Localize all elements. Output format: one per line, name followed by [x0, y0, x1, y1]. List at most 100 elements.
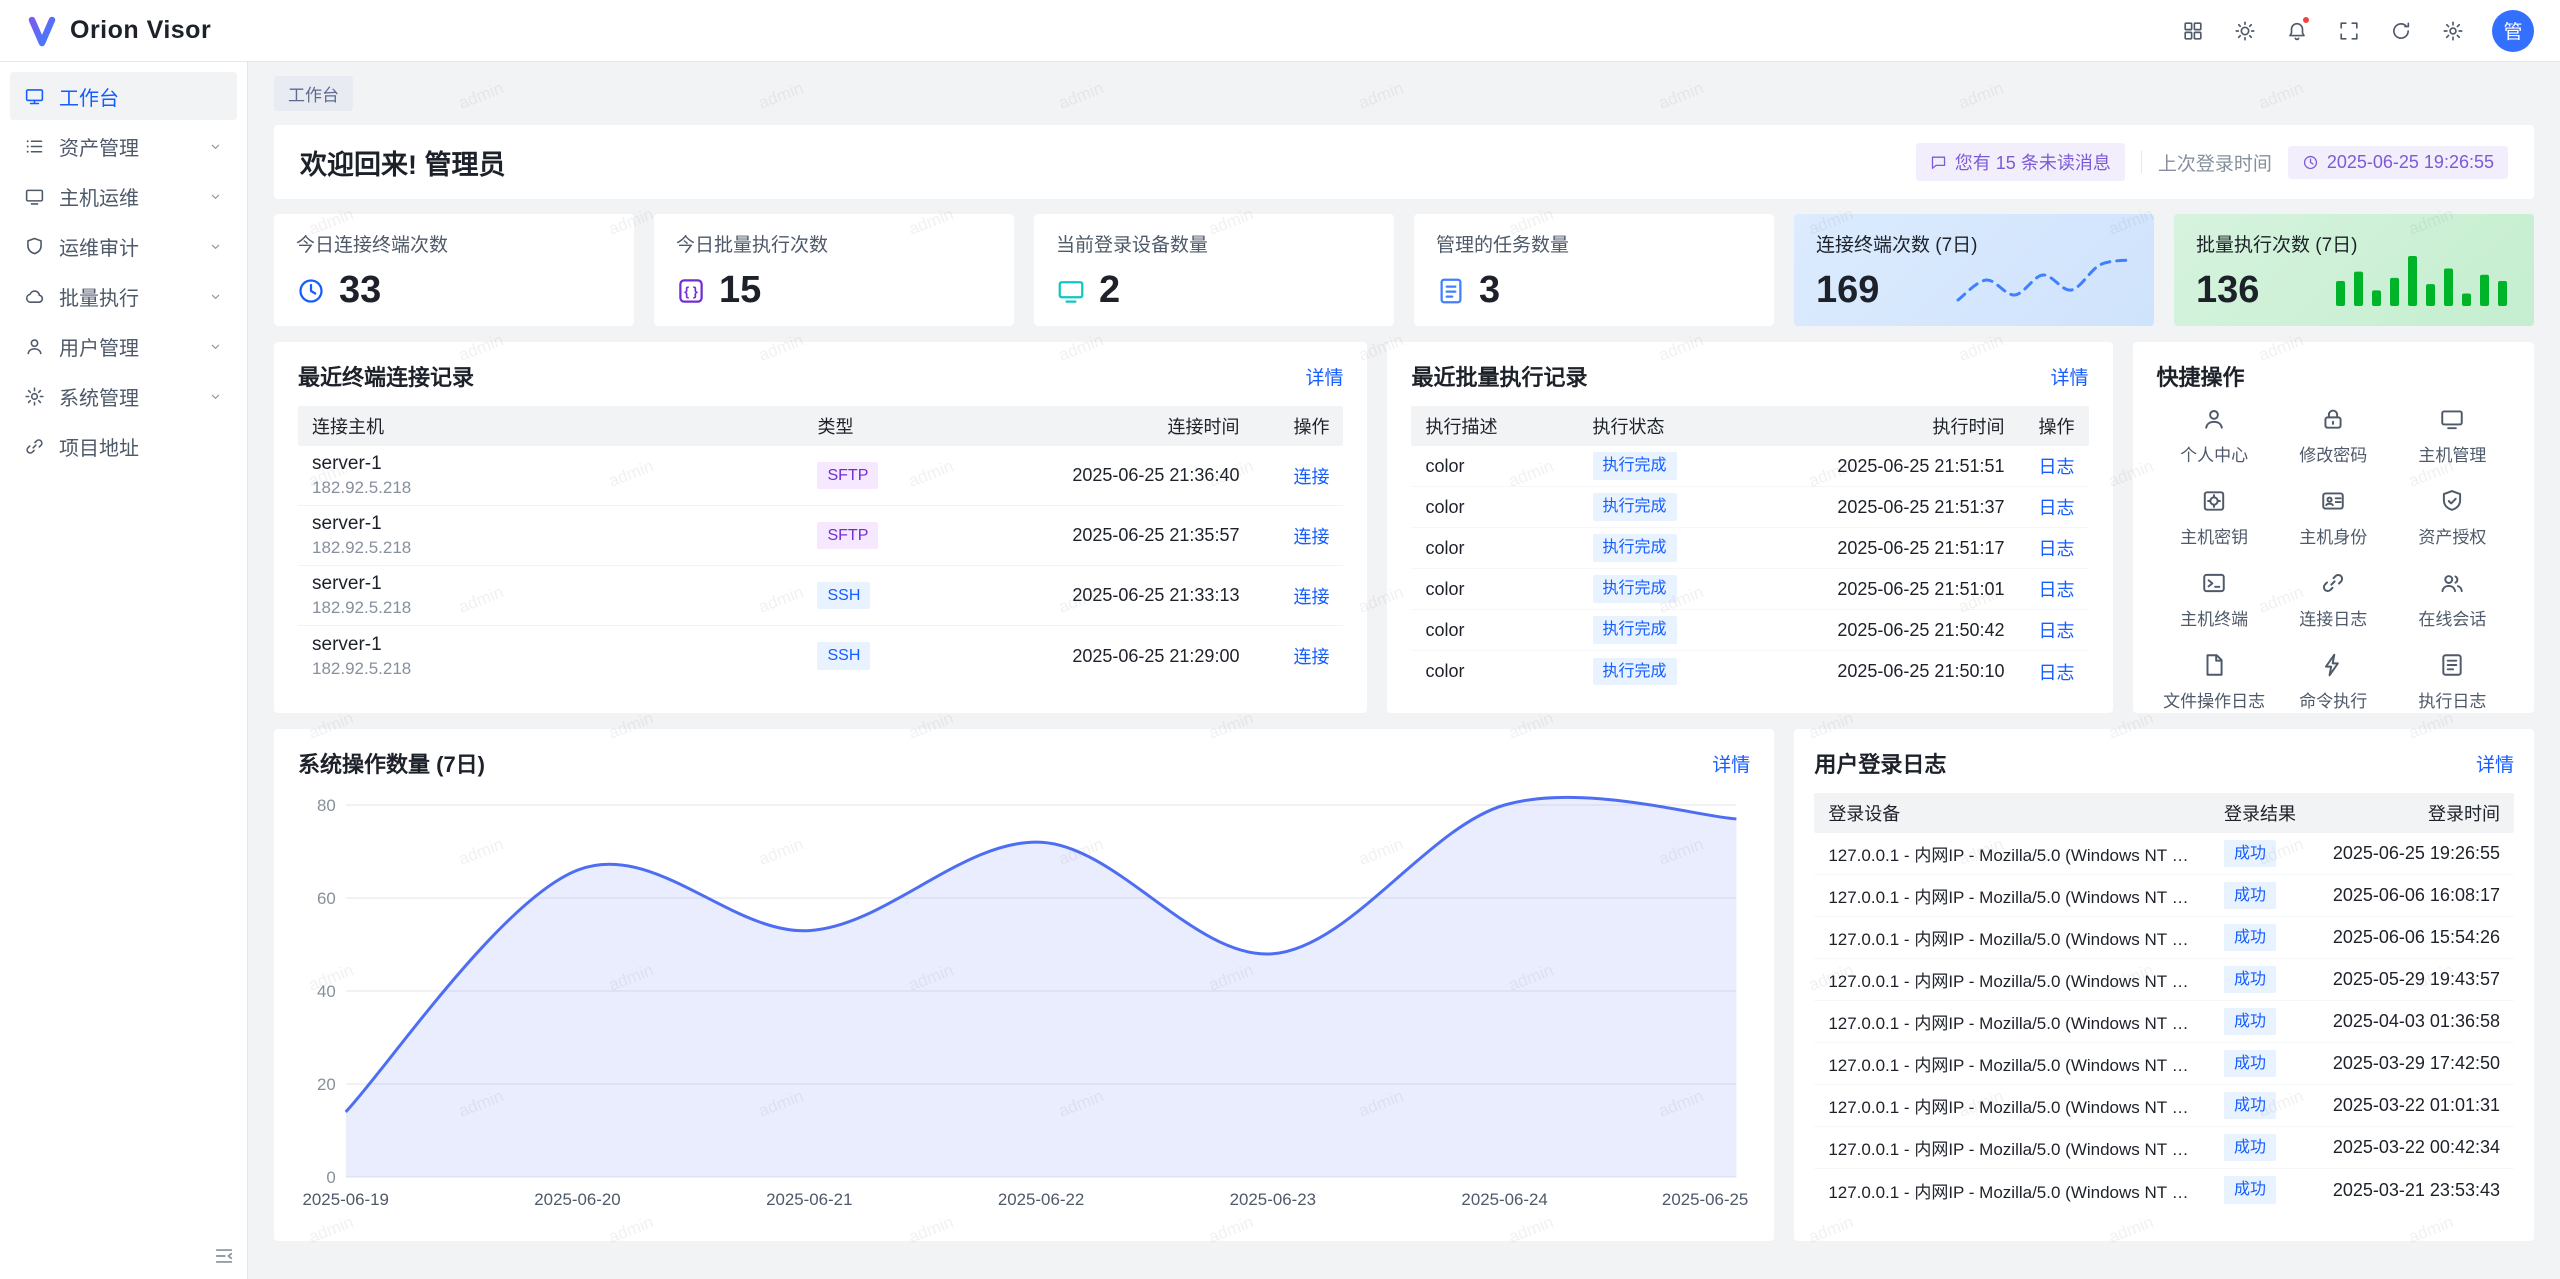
terminal-records-panel: 最近终端连接记录 详情 连接主机类型连接时间操作server-1182.92.5… [274, 342, 1367, 713]
protocol-tag: SFTP [817, 462, 878, 490]
sidebar-item-user-mgmt[interactable]: 用户管理 [10, 322, 237, 370]
exec-description: color [1411, 538, 1578, 559]
connect-link[interactable]: 连接 [1293, 647, 1329, 667]
exec-time: 2025-06-25 21:51:17 [1739, 538, 2019, 559]
host-ip: 182.92.5.218 [312, 598, 789, 618]
quick-action-file-operation-logs[interactable]: 文件操作日志 [2157, 652, 2272, 712]
batch-records-detail-link[interactable]: 详情 [2051, 363, 2089, 390]
table-header: 登录设备登录结果登录时间 [1814, 793, 2514, 833]
stat-value: 136 [2196, 269, 2259, 312]
sidebar-item-workbench[interactable]: 工作台 [10, 72, 237, 120]
system-ops-chart-title: 系统操作数量 (7日) [298, 747, 485, 779]
host-ip: 182.92.5.218 [312, 659, 789, 679]
sidebar-collapse-button[interactable] [213, 1245, 235, 1267]
log-link[interactable]: 日志 [2039, 621, 2075, 641]
log-link[interactable]: 日志 [2039, 663, 2075, 683]
login-time: 2025-05-29 19:43:57 [2310, 969, 2514, 990]
fullscreen-button[interactable] [2328, 10, 2370, 52]
terminal-record-row: server-1182.92.5.218SSH2025-06-25 21:33:… [298, 566, 1343, 626]
stat-card-managed-tasks: 管理的任务数量3 [1414, 214, 1774, 326]
chevron-down-icon [208, 339, 223, 354]
breadcrumb-item-workbench[interactable]: 工作台 [274, 76, 353, 111]
svg-text:2025-06-25: 2025-06-25 [1662, 1190, 1748, 1209]
app-root: Orion Visor 管 工作台资产管理主机运维运维审计批量执行用户管理系统管… [0, 0, 2560, 1279]
quick-actions-title: 快捷操作 [2157, 360, 2245, 392]
system-ops-detail-link[interactable]: 详情 [1712, 750, 1750, 777]
quick-action-label: 执行日志 [2418, 687, 2486, 712]
protocol-tag: SSH [817, 582, 870, 610]
svg-text:2025-06-22: 2025-06-22 [998, 1190, 1084, 1209]
connect-link[interactable]: 连接 [1293, 467, 1329, 487]
quick-action-label: 主机密钥 [2180, 523, 2248, 548]
unread-messages-badge[interactable]: 您有 15 条未读消息 [1916, 143, 2125, 181]
chevron-down-icon [208, 189, 223, 204]
connect-link[interactable]: 连接 [1293, 527, 1329, 547]
batch-icon [24, 286, 45, 307]
exec-description: color [1411, 456, 1578, 477]
settings-button[interactable] [2432, 10, 2474, 52]
sidebar-item-project-url[interactable]: 项目地址 [10, 422, 237, 470]
exec-description: color [1411, 579, 1578, 600]
theme-button[interactable] [2224, 10, 2266, 52]
message-icon [1930, 154, 1947, 171]
sidebar-item-ops-audit[interactable]: 运维审计 [10, 222, 237, 270]
login-time: 2025-03-29 17:42:50 [2310, 1053, 2514, 1074]
login-log-row: 127.0.0.1 - 内网IP - Mozilla/5.0 (Windows … [1814, 959, 2514, 1001]
log-link[interactable]: 日志 [2039, 580, 2075, 600]
user-avatar[interactable]: 管 [2492, 10, 2534, 52]
stat-value: 3 [1479, 269, 1500, 312]
sidebar-item-batch-exec[interactable]: 批量执行 [10, 272, 237, 320]
sidebar-item-host-ops[interactable]: 主机运维 [10, 172, 237, 220]
log-link[interactable]: 日志 [2039, 539, 2075, 559]
login-result-tag: 成功 [2224, 924, 2276, 952]
login-device: 127.0.0.1 - 内网IP - Mozilla/5.0 (Windows … [1814, 1178, 2210, 1203]
log-link[interactable]: 日志 [2039, 498, 2075, 518]
sidebar-item-system-mgmt[interactable]: 系统管理 [10, 372, 237, 420]
list-icon [2439, 652, 2465, 678]
exec-status-tag: 执行完成 [1593, 575, 1677, 603]
stat-label: 今日批量执行次数 [676, 230, 992, 257]
quick-action-host-identity[interactable]: 主机身份 [2276, 488, 2391, 548]
clock-icon [296, 276, 326, 306]
exec-description: color [1411, 661, 1578, 682]
quick-action-asset-authorization[interactable]: 资产授权 [2395, 488, 2510, 548]
quick-action-execution-logs[interactable]: 执行日志 [2395, 652, 2510, 712]
quick-action-connection-logs[interactable]: 连接日志 [2276, 570, 2391, 630]
quick-action-host-terminal[interactable]: 主机终端 [2157, 570, 2272, 630]
connect-link[interactable]: 连接 [1293, 587, 1329, 607]
login-logs-detail-link[interactable]: 详情 [2476, 750, 2514, 777]
host-name: server-1 [312, 573, 789, 595]
welcome-meta: 您有 15 条未读消息 上次登录时间 2025-06-25 19:26:55 [1916, 143, 2508, 181]
refresh-button[interactable] [2380, 10, 2422, 52]
quick-action-host-management[interactable]: 主机管理 [2395, 406, 2510, 466]
sidebar: 工作台资产管理主机运维运维审计批量执行用户管理系统管理项目地址 [0, 62, 248, 1279]
login-logs-panel: 用户登录日志 详情 登录设备登录结果登录时间127.0.0.1 - 内网IP -… [1794, 729, 2534, 1241]
id-card-icon [2320, 488, 2346, 514]
svg-text:2025-06-20: 2025-06-20 [534, 1190, 620, 1209]
notifications-button[interactable] [2276, 10, 2318, 52]
lock-icon [2320, 406, 2346, 432]
sidebar-item-assets[interactable]: 资产管理 [10, 122, 237, 170]
terminal-record-row: server-1182.92.5.218SSH2025-06-25 21:29:… [298, 626, 1343, 686]
quick-action-online-sessions[interactable]: 在线会话 [2395, 570, 2510, 630]
quick-action-change-password[interactable]: 修改密码 [2276, 406, 2391, 466]
stat-label: 今日连接终端次数 [296, 230, 612, 257]
quick-action-command-execution[interactable]: 命令执行 [2276, 652, 2391, 712]
file-icon [2201, 652, 2227, 678]
batch-record-row: color执行完成2025-06-25 21:51:37日志 [1411, 487, 2088, 528]
app-logo[interactable]: Orion Visor [26, 15, 211, 47]
login-device: 127.0.0.1 - 内网IP - Mozilla/5.0 (Windows … [1814, 1135, 2210, 1160]
notification-dot [2301, 15, 2311, 25]
quick-action-host-keys[interactable]: 主机密钥 [2157, 488, 2272, 548]
apps-button[interactable] [2172, 10, 2214, 52]
terminal-records-detail-link[interactable]: 详情 [1305, 363, 1343, 390]
screen-icon [24, 186, 45, 207]
quick-action-label: 文件操作日志 [2163, 687, 2265, 712]
bottom-row: 系统操作数量 (7日) 详情 0204060802025-06-192025-0… [274, 729, 2534, 1241]
log-link[interactable]: 日志 [2039, 457, 2075, 477]
exec-time: 2025-06-25 21:51:51 [1739, 456, 2019, 477]
quick-action-personal-center[interactable]: 个人中心 [2157, 406, 2272, 466]
host-ip: 182.92.5.218 [312, 538, 789, 558]
quick-action-label: 主机身份 [2299, 523, 2367, 548]
sidebar-item-label: 用户管理 [59, 332, 194, 361]
